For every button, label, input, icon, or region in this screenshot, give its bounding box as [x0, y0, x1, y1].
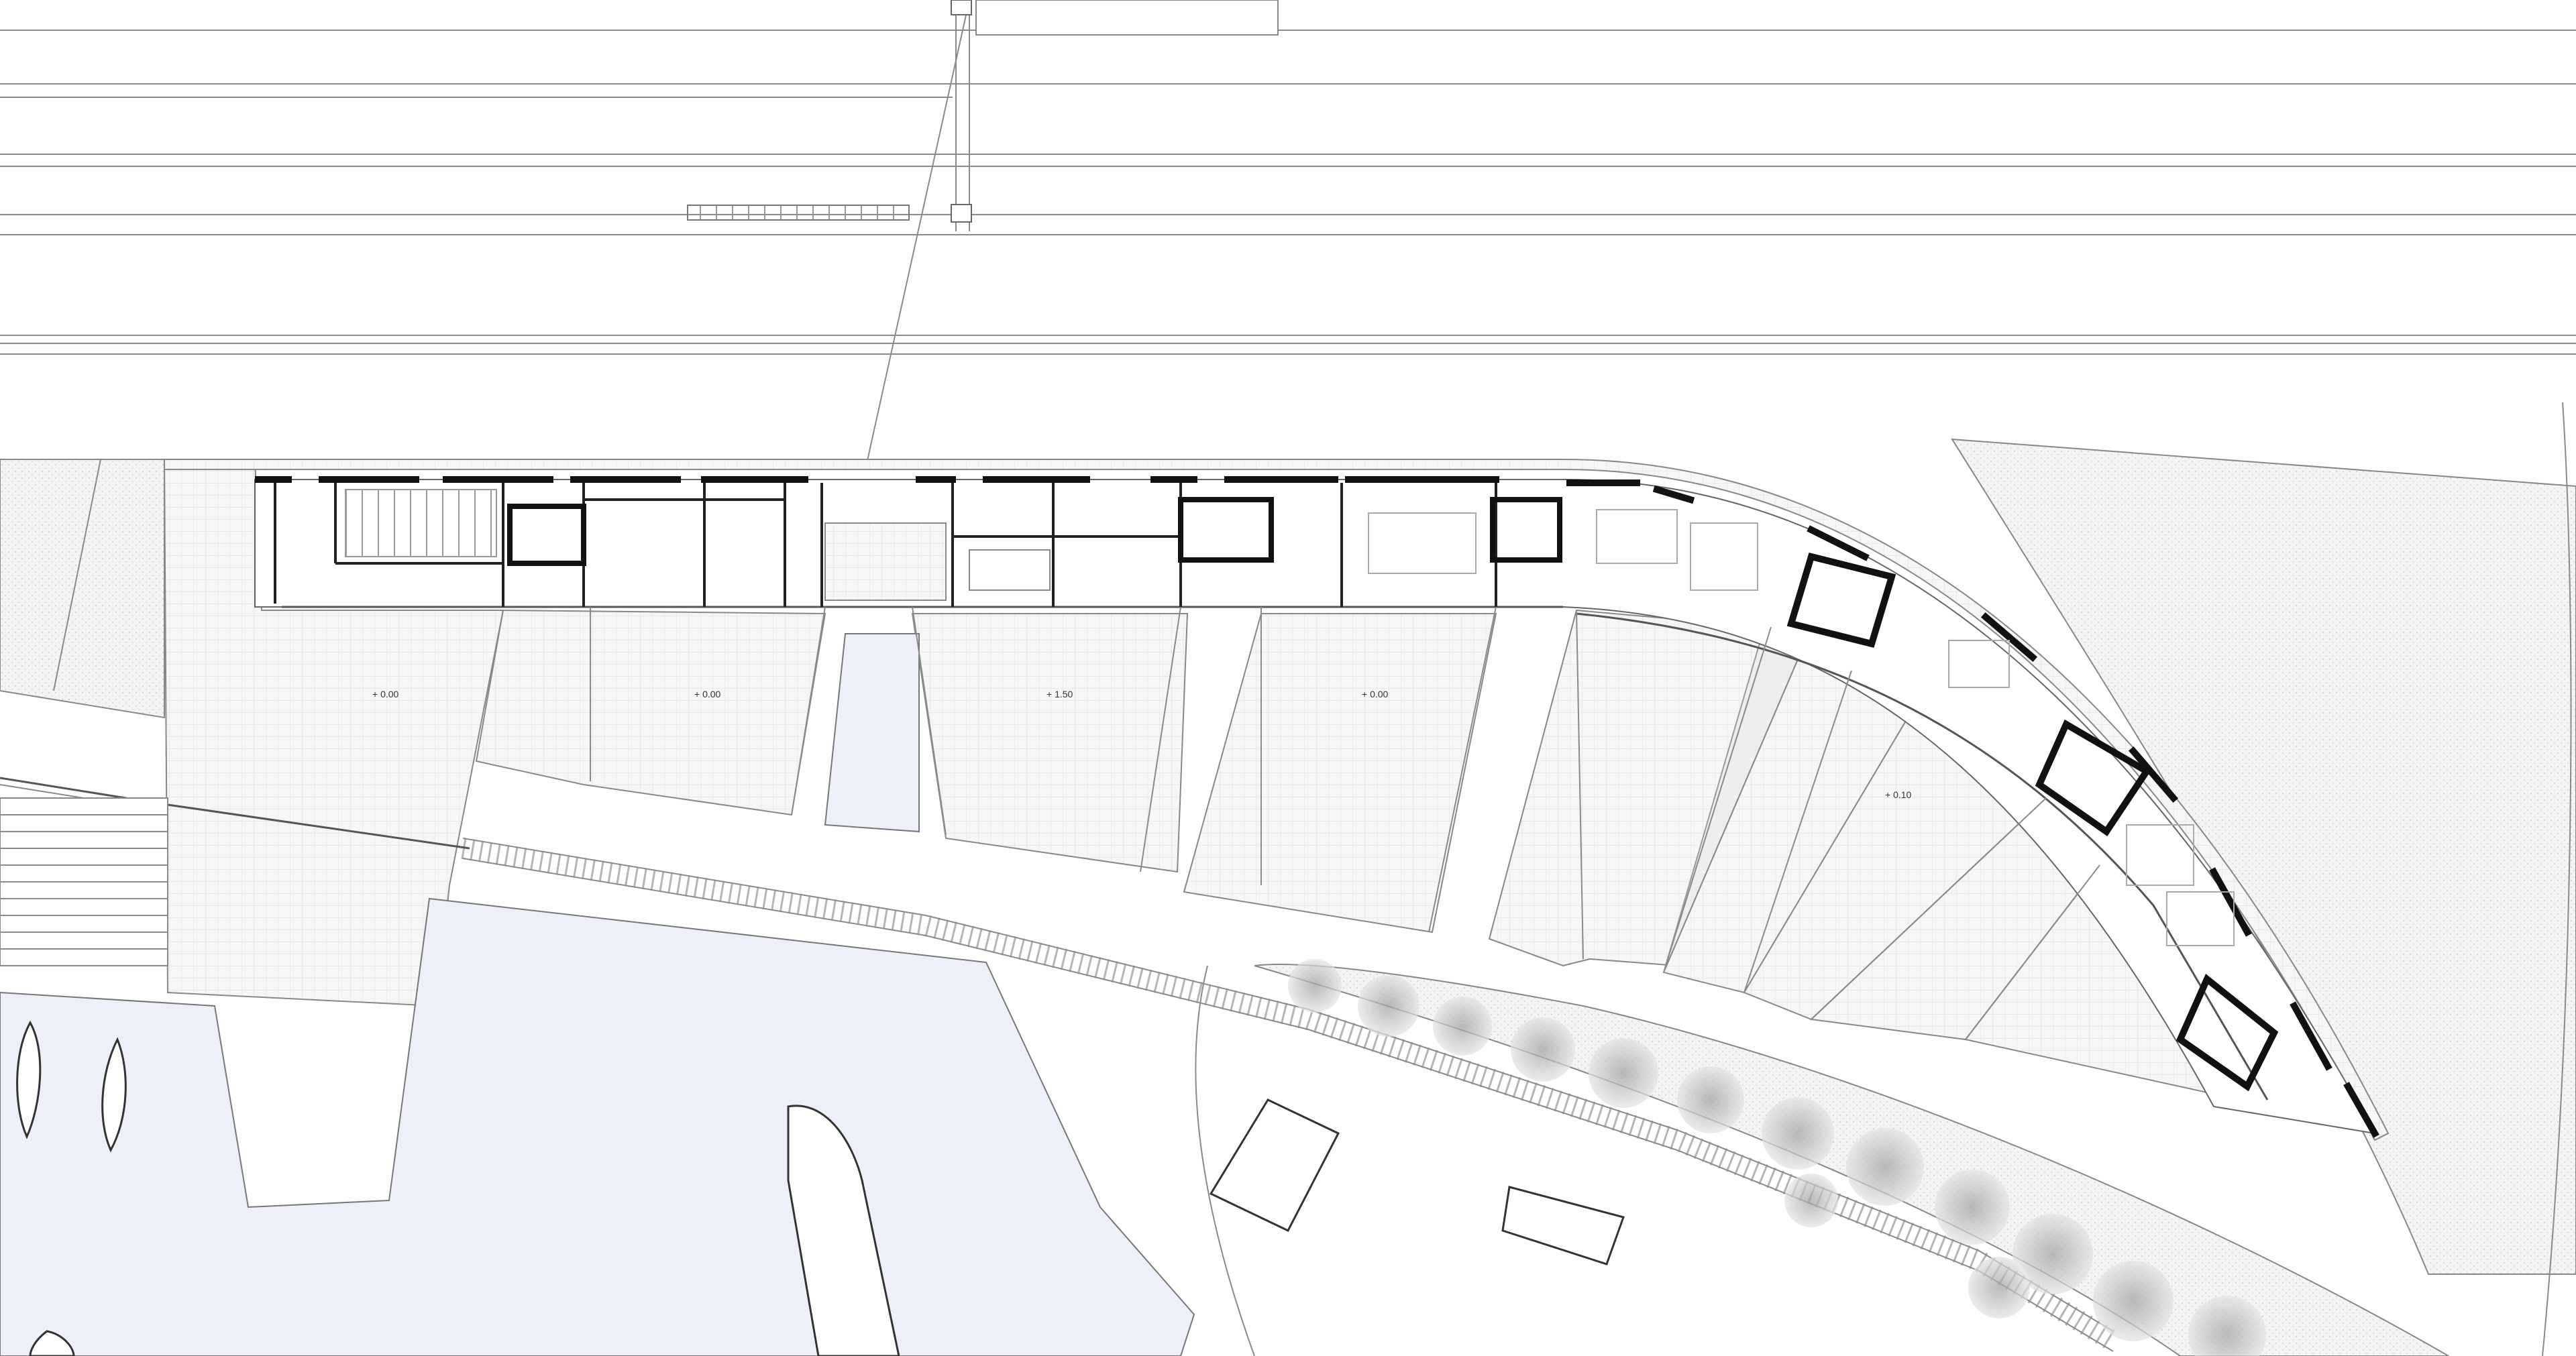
level-label: + 0.00	[1362, 689, 1389, 699]
terrace-steps	[0, 797, 168, 966]
level-label: + 0.10	[1885, 789, 1912, 800]
street-lines	[0, 0, 2576, 470]
site-structures	[1209, 1098, 1625, 1265]
left-terrain	[0, 459, 165, 719]
site-floor-plan: + 0.00 + 0.00 + 1.50 + 0.00 + 0.10	[0, 0, 2576, 1356]
level-label: + 0.00	[694, 689, 721, 699]
level-label: + 0.00	[372, 689, 399, 699]
level-label: + 1.50	[1046, 689, 1073, 699]
